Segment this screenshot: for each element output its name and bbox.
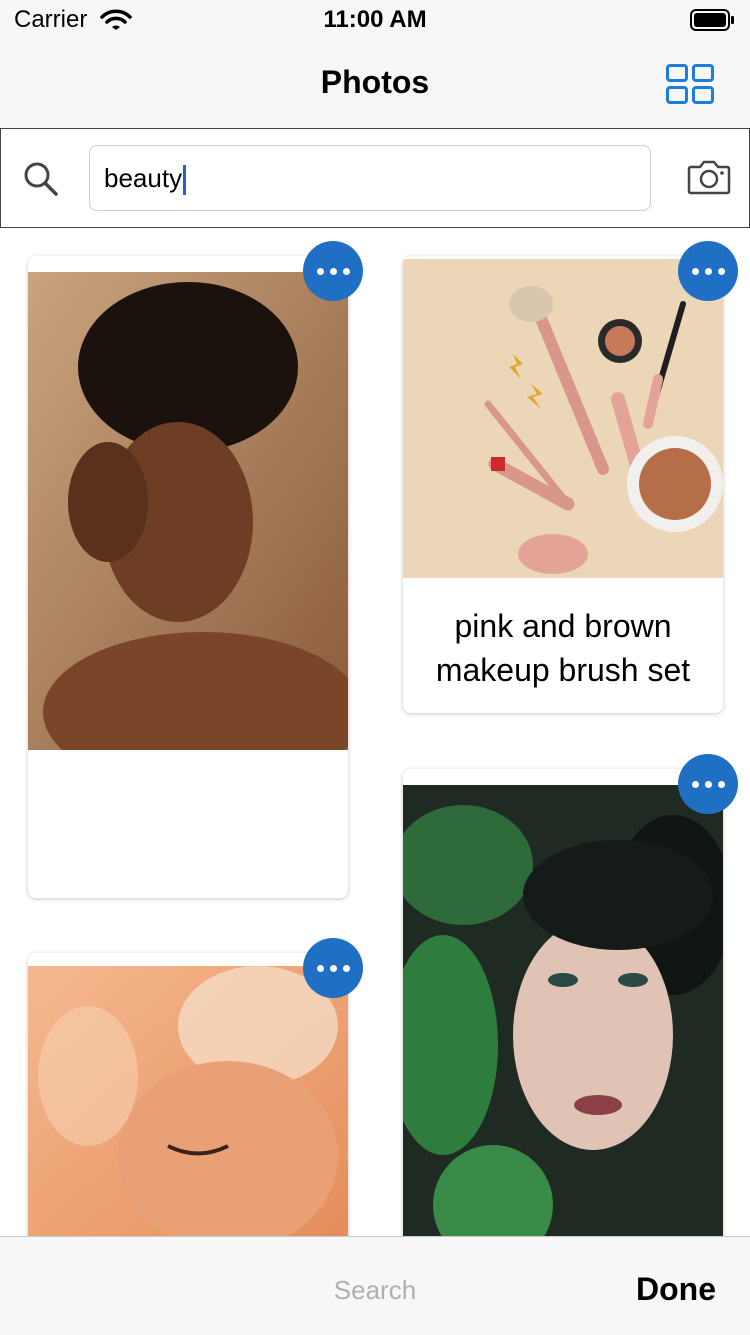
status-bar: Carrier 11:00 AM [0,0,750,40]
bottom-toolbar: Search Done [0,1236,750,1335]
more-options-button[interactable] [678,241,738,301]
status-time: 11:00 AM [323,6,427,33]
photo-caption: pink and brown makeup brush set [403,604,723,692]
more-icon [691,267,699,275]
photo-card[interactable] [403,769,723,1253]
text-caret [183,165,187,196]
caption-line: makeup brush set [435,652,691,688]
photo-card[interactable] [28,256,348,898]
battery-icon [690,8,736,37]
photo-thumbnail[interactable] [403,259,723,578]
more-options-button[interactable] [678,754,738,814]
more-icon [316,964,324,972]
more-options-button[interactable] [303,241,363,301]
caption-line: pink and brown [454,608,672,644]
done-button[interactable]: Done [636,1271,716,1308]
photo-thumbnail[interactable] [28,272,348,750]
search-input[interactable]: beauty [89,145,651,211]
photo-card[interactable] [28,953,348,1253]
more-icon [316,267,324,275]
search-bar: beauty [0,128,750,228]
search-input-value: beauty [104,163,183,193]
photo-thumbnail[interactable] [403,785,723,1253]
more-options-button[interactable] [303,938,363,998]
more-icon [691,780,699,788]
photo-card[interactable]: pink and brown makeup brush set [403,256,723,713]
search-icon[interactable] [23,161,59,202]
navigation-bar: Photos [0,40,750,128]
page-title: Photos [320,64,430,100]
grid-view-icon[interactable] [666,64,714,109]
camera-icon[interactable] [687,159,731,200]
photo-thumbnail[interactable] [28,966,348,1253]
